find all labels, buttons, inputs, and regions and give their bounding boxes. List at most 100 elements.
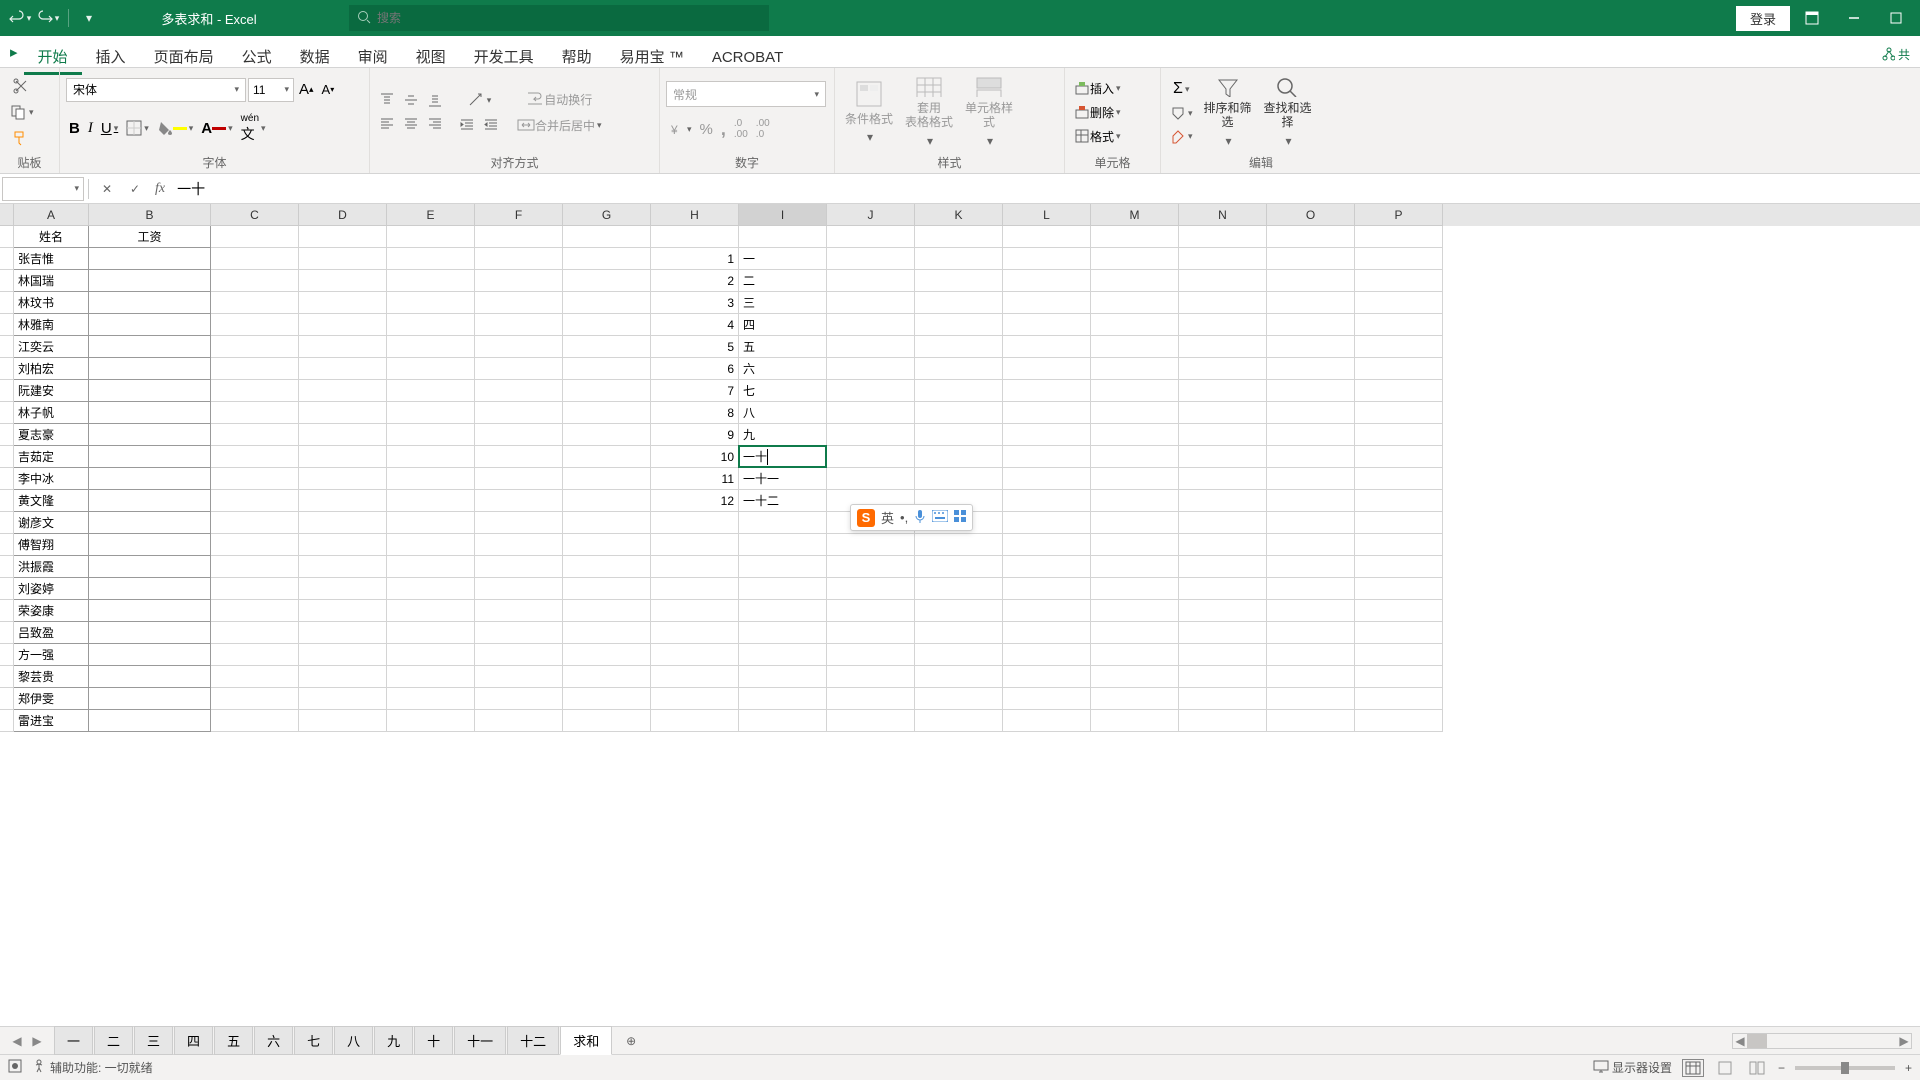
cell-K2[interactable] [915,248,1003,270]
cell-J11[interactable] [827,446,915,468]
cell-J15[interactable] [827,534,915,556]
cell-K12[interactable] [915,468,1003,490]
italic-button[interactable]: I [85,110,96,147]
cell-H9[interactable]: 8 [651,402,739,424]
cell-F12[interactable] [475,468,563,490]
cell-H14[interactable] [651,512,739,534]
ime-punct-icon[interactable]: •, [900,510,908,525]
cell-N8[interactable] [1179,380,1267,402]
sheet-tab-2[interactable]: 三 [134,1026,173,1055]
cell-F1[interactable] [475,226,563,248]
cancel-edit-button[interactable]: ✕ [93,177,121,201]
cell-B4[interactable] [89,292,211,314]
cell-P16[interactable] [1355,556,1443,578]
cell-K1[interactable] [915,226,1003,248]
cell-C2[interactable] [211,248,299,270]
cell-G9[interactable] [563,402,651,424]
cell-D12[interactable] [299,468,387,490]
cell-O14[interactable] [1267,512,1355,534]
cell-A20[interactable]: 方一强 [14,644,89,666]
cell-H16[interactable] [651,556,739,578]
cell-M22[interactable] [1091,688,1179,710]
cell-D15[interactable] [299,534,387,556]
cell-E1[interactable] [387,226,475,248]
cell-E12[interactable] [387,468,475,490]
col-header-G[interactable]: G [563,204,651,226]
cell-B7[interactable] [89,358,211,380]
redo-button[interactable]: ▾ [36,6,60,30]
cell-N4[interactable] [1179,292,1267,314]
decrease-indent-button[interactable] [456,114,478,136]
cell-J6[interactable] [827,336,915,358]
col-header-K[interactable]: K [915,204,1003,226]
cell-L15[interactable] [1003,534,1091,556]
search-box[interactable] [349,5,769,31]
cell-A3[interactable]: 林国瑞 [14,270,89,292]
zoom-out-button[interactable]: − [1778,1061,1785,1075]
font-size-select[interactable]: 11▾ [248,78,294,102]
cell-M12[interactable] [1091,468,1179,490]
cell-M10[interactable] [1091,424,1179,446]
sheet-tab-10[interactable]: 十一 [454,1026,506,1055]
cell-P20[interactable] [1355,644,1443,666]
conditional-format-button[interactable]: 条件格式▾ [841,76,897,148]
cell-A5[interactable]: 林雅南 [14,314,89,336]
cell-G8[interactable] [563,380,651,402]
cell-L16[interactable] [1003,556,1091,578]
cell-E7[interactable] [387,358,475,380]
cell-D20[interactable] [299,644,387,666]
cell-O12[interactable] [1267,468,1355,490]
align-bottom-button[interactable] [424,89,446,111]
cell-L13[interactable] [1003,490,1091,512]
ime-voice-icon[interactable] [914,509,926,526]
cell-C7[interactable] [211,358,299,380]
cell-A12[interactable]: 李中冰 [14,468,89,490]
cell-H13[interactable]: 12 [651,490,739,512]
cell-L7[interactable] [1003,358,1091,380]
file-tab-stub[interactable]: ▸ [6,37,24,67]
cell-O11[interactable] [1267,446,1355,468]
cell-I20[interactable] [739,644,827,666]
cell-M17[interactable] [1091,578,1179,600]
cell-B10[interactable] [89,424,211,446]
cell-M4[interactable] [1091,292,1179,314]
cell-E6[interactable] [387,336,475,358]
cell-E21[interactable] [387,666,475,688]
cell-J2[interactable] [827,248,915,270]
cell-N7[interactable] [1179,358,1267,380]
cell-J9[interactable] [827,402,915,424]
cell-I2[interactable]: 一 [739,248,827,270]
cell-L6[interactable] [1003,336,1091,358]
cell-H21[interactable] [651,666,739,688]
cell-B1[interactable]: 工资 [89,226,211,248]
share-button[interactable]: 共 [1871,42,1920,67]
cell-H2[interactable]: 1 [651,248,739,270]
cell-O22[interactable] [1267,688,1355,710]
cell-D4[interactable] [299,292,387,314]
cell-J23[interactable] [827,710,915,732]
cell-F20[interactable] [475,644,563,666]
cell-O4[interactable] [1267,292,1355,314]
cell-J22[interactable] [827,688,915,710]
cell-M3[interactable] [1091,270,1179,292]
cell-H11[interactable]: 10 [651,446,739,468]
cell-P2[interactable] [1355,248,1443,270]
cell-H3[interactable]: 2 [651,270,739,292]
percent-button[interactable]: % [697,115,716,143]
cell-P13[interactable] [1355,490,1443,512]
sheet-tab-6[interactable]: 七 [294,1026,333,1055]
decrease-decimal-button[interactable]: .00.0 [753,115,773,143]
cell-E20[interactable] [387,644,475,666]
orientation-button[interactable]: ▾ [456,88,502,112]
cell-C11[interactable] [211,446,299,468]
cell-J5[interactable] [827,314,915,336]
cell-F4[interactable] [475,292,563,314]
sheet-tab-3[interactable]: 四 [174,1026,213,1055]
macro-record-icon[interactable] [8,1059,22,1076]
sheet-tab-0[interactable]: 一 [54,1026,93,1055]
col-header-C[interactable]: C [211,204,299,226]
sheet-tab-7[interactable]: 八 [334,1026,373,1055]
comma-button[interactable]: , [718,115,729,143]
cell-B16[interactable] [89,556,211,578]
cell-O18[interactable] [1267,600,1355,622]
